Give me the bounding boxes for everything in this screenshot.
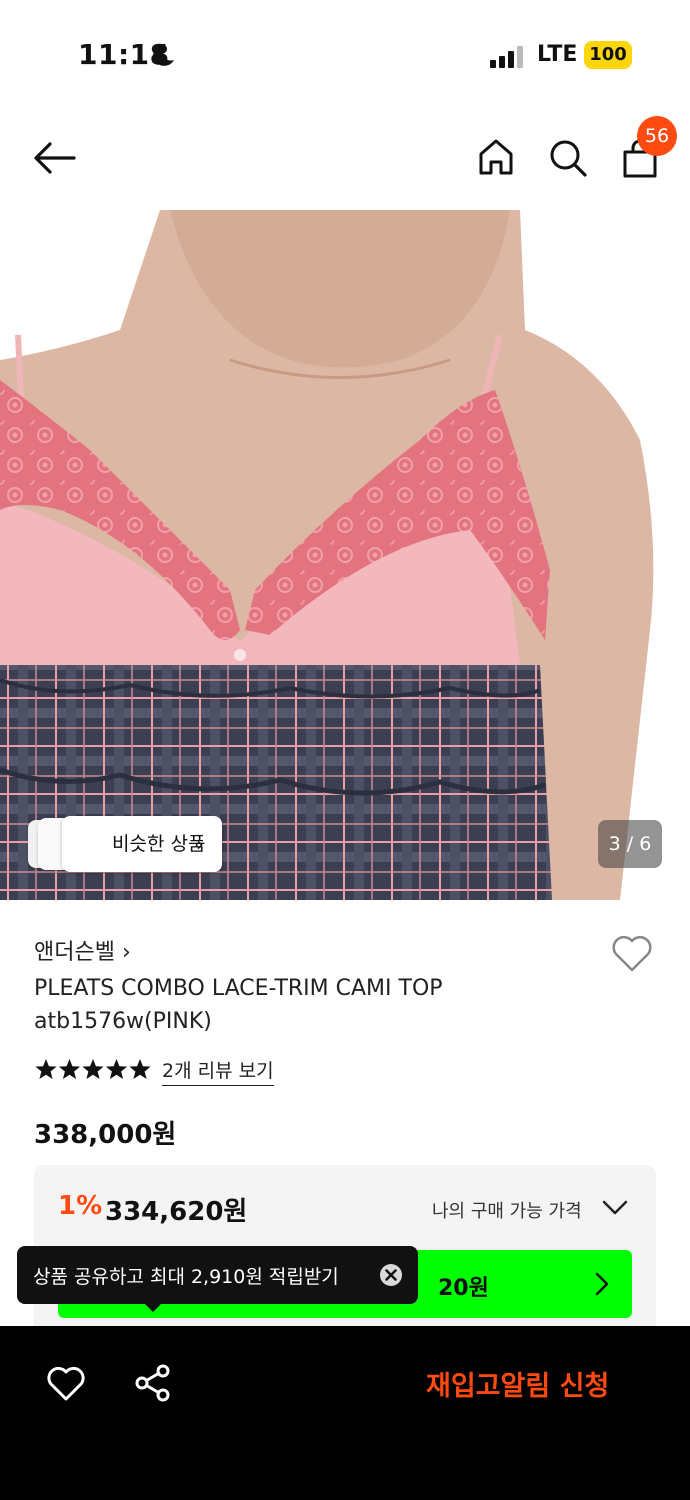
- image-page-indicator: 3 / 6: [598, 820, 662, 868]
- share-reward-tooltip: 상품 공유하고 최대 2,910원 적립받기: [17, 1246, 418, 1304]
- chevron-right-icon: ›: [196, 832, 204, 856]
- wishlist-heart-icon[interactable]: [610, 934, 654, 974]
- similar-products-label-box: 비슷한 상품 ›: [62, 816, 222, 872]
- status-bar: 11:18 LTE 100: [0, 0, 690, 110]
- battery-indicator: 100: [584, 41, 632, 69]
- tooltip-tail: [143, 1302, 163, 1312]
- discount-rate: 1%: [58, 1191, 103, 1221]
- product-price: 338,000원: [34, 1120, 177, 1150]
- cart-count-badge: 56: [637, 116, 677, 156]
- product-image[interactable]: [0, 210, 690, 900]
- share-icon[interactable]: [134, 1364, 172, 1402]
- heart-icon[interactable]: [46, 1366, 86, 1402]
- product-title-line2: atb1576w(PINK): [34, 1009, 212, 1034]
- search-icon[interactable]: [548, 138, 588, 178]
- discount-price: 334,620원: [105, 1197, 248, 1227]
- chevron-down-icon[interactable]: [602, 1199, 628, 1217]
- close-icon[interactable]: [379, 1263, 403, 1287]
- review-link[interactable]: 2개 리뷰 보기: [162, 1056, 274, 1086]
- brand-link[interactable]: 앤더슨벨 ›: [34, 934, 131, 966]
- rating-stars: [35, 1059, 151, 1079]
- chevron-right-icon: [595, 1272, 609, 1296]
- top-nav: [0, 110, 690, 210]
- signal-icon: [490, 46, 526, 68]
- bottom-action-bar: 재입고알림 신청: [0, 1326, 690, 1500]
- network-label: LTE: [537, 42, 578, 67]
- tooltip-text: 상품 공유하고 최대 2,910원 적립받기: [33, 1266, 339, 1288]
- product-photo: [0, 210, 690, 900]
- back-arrow-icon[interactable]: [32, 140, 76, 176]
- promo-amount: 20원: [438, 1276, 489, 1301]
- my-price-dropdown[interactable]: 나의 구매 가능 가격: [432, 1197, 582, 1223]
- product-title-line1: PLEATS COMBO LACE-TRIM CAMI TOP: [34, 976, 443, 1001]
- home-icon[interactable]: [478, 138, 514, 176]
- similar-products-label: 비슷한 상품: [112, 833, 206, 855]
- similar-products-button[interactable]: 비슷한 상품 ›: [28, 816, 222, 872]
- restock-alert-button[interactable]: 재입고알림 신청: [426, 1364, 609, 1403]
- moon-icon: [153, 43, 174, 66]
